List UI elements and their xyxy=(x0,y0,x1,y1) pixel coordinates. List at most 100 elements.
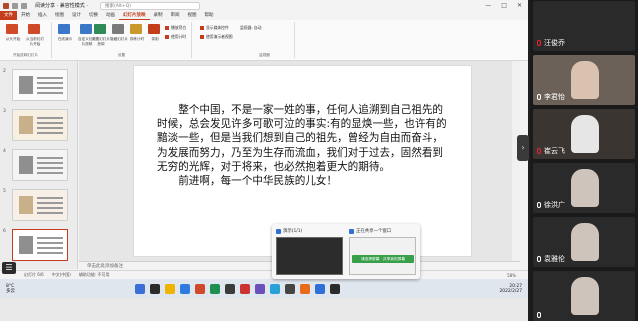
monitor-select[interactable]: 监视器: 自动 xyxy=(240,25,261,31)
ribbon-button-1-icon[interactable] xyxy=(28,24,40,34)
tab-4[interactable]: 设计 xyxy=(68,11,85,20)
checkbox-3-box[interactable] xyxy=(200,35,204,39)
thumbnail-text-line xyxy=(37,172,63,174)
minimize-icon[interactable]: — xyxy=(485,2,491,9)
taskbar-app-icon[interactable] xyxy=(300,283,310,294)
search-input[interactable]: 搜索(Alt+Q) xyxy=(99,1,200,10)
mic-icon xyxy=(537,256,541,262)
taskbar-app-icon[interactable] xyxy=(150,283,160,294)
taskbar-app-icon[interactable] xyxy=(225,283,235,294)
taskbar-app-icon[interactable] xyxy=(330,283,340,294)
ribbon-button-6-label[interactable]: 排练计时 xyxy=(127,37,147,42)
ribbon-button-2-icon[interactable] xyxy=(58,24,70,34)
taskbar-app-icon[interactable] xyxy=(210,283,220,294)
close-icon[interactable]: ✕ xyxy=(517,2,522,9)
thumbnail-text-line xyxy=(37,252,63,254)
thumbnail-image xyxy=(19,156,33,174)
tab-3[interactable]: 绘图 xyxy=(51,11,68,20)
taskbar-app-icon[interactable] xyxy=(285,283,295,294)
checkbox-1-box[interactable] xyxy=(165,35,169,39)
checkbox-2[interactable]: 显示媒体控件 xyxy=(200,25,229,31)
tab-5[interactable]: 切换 xyxy=(85,11,102,20)
participant-name-row: 李君怡 xyxy=(537,92,565,102)
tab-11[interactable]: 帮助 xyxy=(201,11,218,20)
slide-thumbnails-pane: 2 3 4 5 6 xyxy=(0,61,78,269)
slide-thumbnail[interactable] xyxy=(12,229,68,261)
participant-tile[interactable]: 徐洪广 xyxy=(533,163,635,213)
thumbnail-text-line xyxy=(37,202,63,204)
thumbnail-text-line xyxy=(37,237,63,239)
participant-name: 崔云飞 xyxy=(544,147,565,155)
taskbar-app-icon[interactable] xyxy=(255,283,265,294)
ribbon-button-0-label[interactable]: 从头开始 xyxy=(3,37,23,42)
share-window-2[interactable]: 正在共享一个窗口 请选择屏幕 · 共享我的屏幕 xyxy=(349,227,416,276)
share-window-1[interactable]: 演示(1/1) xyxy=(276,227,343,276)
menu-button[interactable]: ☰ xyxy=(2,262,16,274)
slide-counter: 幻灯片 6/6 xyxy=(24,272,44,277)
accessibility-status[interactable]: 辅助功能: 不可用 xyxy=(79,272,110,278)
ribbon-button-4-icon[interactable] xyxy=(94,24,106,34)
ribbon-button-5-icon[interactable] xyxy=(112,24,124,34)
participant-name: 徐洪广 xyxy=(544,201,565,209)
taskbar-app-icon[interactable] xyxy=(240,283,250,294)
participant-tile[interactable] xyxy=(533,271,635,321)
mic-icon xyxy=(537,202,541,208)
ribbon-button-0-icon[interactable] xyxy=(6,24,18,34)
participant-tile[interactable]: 崔云飞 xyxy=(533,109,635,159)
status-bar: 幻灯片 6/6 中文(中国) 辅助功能: 不可用 58% xyxy=(0,270,528,279)
thumbnail-text-line xyxy=(37,242,63,244)
zoom-level[interactable]: 58% xyxy=(507,273,516,278)
checkbox-0[interactable]: 播放旁白 xyxy=(165,25,186,31)
slide-thumbnail[interactable] xyxy=(12,149,68,181)
tab-8[interactable]: 录制 xyxy=(150,11,167,20)
checkbox-0-box[interactable] xyxy=(165,26,169,30)
autosave-icon[interactable] xyxy=(3,2,9,9)
weather-widget[interactable]: 8°C 多云 xyxy=(6,284,15,294)
ribbon-button-6-icon[interactable] xyxy=(130,24,142,34)
vertical-scrollbar[interactable] xyxy=(512,61,520,261)
participant-tile[interactable]: 汪俊乔 xyxy=(533,1,635,51)
ribbon-button-3-icon[interactable] xyxy=(80,24,92,34)
taskbar-app-icon[interactable] xyxy=(315,283,325,294)
save-icon[interactable] xyxy=(12,2,18,9)
checkbox-3[interactable]: 使用演示者视图 xyxy=(200,34,233,40)
thumbnail-text-line xyxy=(37,127,63,129)
participants-panel: 汪俊乔李君怡崔云飞徐洪广袁雅伦 xyxy=(530,0,638,321)
maximize-icon[interactable]: □ xyxy=(501,2,507,9)
slide-text-box[interactable]: 整个中国，不是一家一姓的事，任何人追溯到自己祖先的时候，总会发见许多可歌可泣的事… xyxy=(157,103,447,188)
tab-6[interactable]: 动画 xyxy=(102,11,119,20)
ribbon-button-7-icon[interactable] xyxy=(148,24,160,34)
slide-thumbnail[interactable] xyxy=(12,69,68,101)
participant-name: 汪俊乔 xyxy=(544,39,565,47)
share-window-2-title: 正在共享一个窗口 xyxy=(349,227,416,235)
tab-0[interactable]: 文件 xyxy=(0,11,17,20)
undo-icon[interactable] xyxy=(21,2,27,9)
tab-9[interactable]: 审阅 xyxy=(167,11,184,20)
thumbnail-text-line xyxy=(37,207,63,209)
tab-1[interactable]: 开始 xyxy=(17,11,34,20)
ribbon-button-2-label[interactable]: 在线演示 xyxy=(55,37,75,42)
ribbon-button-7-label[interactable]: 录制 xyxy=(145,37,165,42)
tab-10[interactable]: 视图 xyxy=(184,11,201,20)
checkbox-2-box[interactable] xyxy=(200,26,204,30)
ribbon-button-5-label[interactable]: 隐藏幻灯片 xyxy=(109,37,129,42)
tab-2[interactable]: 插入 xyxy=(34,11,51,20)
taskbar-app-icon[interactable] xyxy=(270,283,280,294)
taskbar-app-icon[interactable] xyxy=(180,283,190,294)
participant-tile[interactable]: 李君怡 xyxy=(533,55,635,105)
tab-7[interactable]: 幻灯片放映 xyxy=(119,11,150,20)
participant-tile[interactable]: 袁雅伦 xyxy=(533,217,635,267)
title-bar: 阅读分享 · 兼容性模式 · 搜索(Alt+Q) — □ ✕ xyxy=(0,0,528,11)
share-screen-button[interactable]: 请选择屏幕 · 共享我的屏幕 xyxy=(352,255,414,263)
taskbar-app-icon[interactable] xyxy=(165,283,175,294)
ribbon-button-4-label[interactable]: 设置幻灯片放映 xyxy=(91,37,111,46)
collapse-panel-button[interactable]: › xyxy=(517,135,529,161)
thumbnail-text-line xyxy=(37,212,63,214)
system-tray-clock[interactable]: 20:27 2022/2/27 xyxy=(499,284,522,294)
slide-thumbnail[interactable] xyxy=(12,189,68,221)
ribbon-button-1-label[interactable]: 从当前幻灯片开始 xyxy=(25,37,45,46)
checkbox-1[interactable]: 使用计时 xyxy=(165,34,186,40)
taskbar-app-icon[interactable] xyxy=(135,283,145,294)
slide-thumbnail[interactable] xyxy=(12,109,68,141)
taskbar-app-icon[interactable] xyxy=(195,283,205,294)
